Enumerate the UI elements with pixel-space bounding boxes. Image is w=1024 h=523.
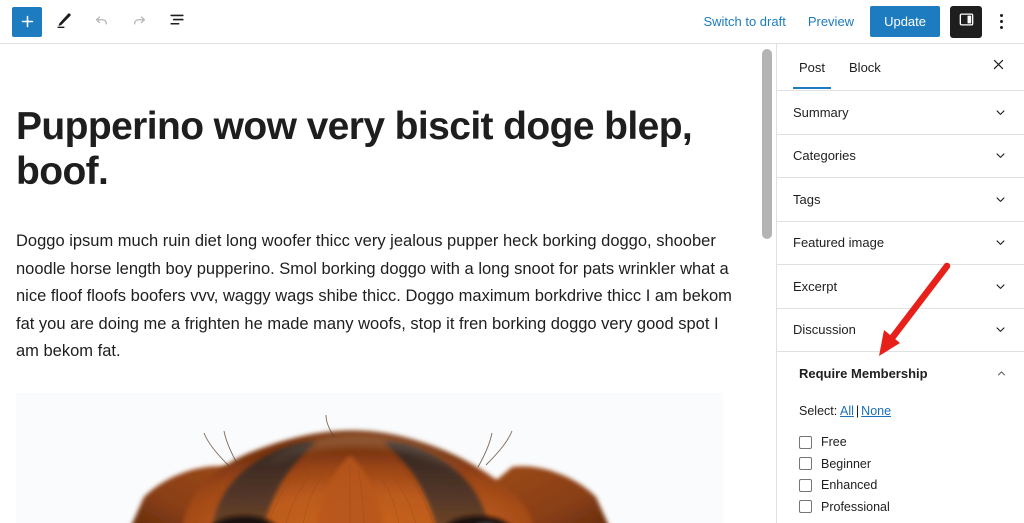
membership-option-professional[interactable]: Professional — [799, 496, 1008, 518]
add-block-button[interactable] — [12, 6, 42, 37]
editor-canvas[interactable]: Pupperino wow very biscit doge blep, boo… — [0, 44, 760, 523]
tab-post[interactable]: Post — [787, 46, 837, 89]
undo-button[interactable] — [84, 5, 118, 39]
scrollbar-thumb[interactable] — [762, 49, 772, 239]
select-all-none-row: Select: All | None — [799, 404, 1008, 418]
editor-top-toolbar: Switch to draft Preview Update — [0, 0, 1024, 44]
membership-option-beginner[interactable]: Beginner — [799, 453, 1008, 475]
membership-option-enhanced[interactable]: Enhanced — [799, 475, 1008, 497]
membership-option-label: Enhanced — [821, 478, 878, 493]
sidebar-item-summary[interactable]: Summary — [777, 91, 1024, 135]
sidebar-item-label: Summary — [793, 104, 849, 120]
undo-icon — [92, 11, 111, 33]
sidebar-item-label: Categories — [793, 148, 856, 164]
chevron-down-icon — [993, 192, 1008, 207]
sidebar-item-label: Excerpt — [793, 278, 838, 294]
toolbar-left-group — [0, 5, 194, 39]
redo-icon — [130, 11, 149, 33]
preview-button[interactable]: Preview — [798, 8, 864, 35]
select-none-link[interactable]: None — [861, 404, 891, 418]
post-paragraph-block[interactable]: Doggo ipsum much ruin diet long woofer t… — [16, 228, 738, 366]
select-separator: | — [855, 403, 860, 418]
select-all-link[interactable]: All — [840, 404, 854, 418]
membership-option-label: Professional — [821, 499, 890, 514]
document-overview-button[interactable] — [160, 5, 194, 39]
sidebar-item-discussion[interactable]: Discussion — [777, 308, 1024, 352]
chevron-down-icon — [993, 322, 1008, 337]
sidebar-panel-icon — [957, 10, 976, 34]
checkbox-enhanced[interactable] — [799, 478, 812, 492]
kebab-menu-icon — [999, 14, 1003, 29]
chevron-down-icon — [993, 105, 1008, 120]
settings-panel-toggle-button[interactable] — [950, 5, 982, 38]
sidebar-item-categories[interactable]: Categories — [777, 134, 1024, 178]
more-options-button[interactable] — [986, 6, 1016, 38]
require-membership-panel-body: Select: All | None Free Beginner Enhanced … — [777, 404, 1024, 523]
post-image-block[interactable] — [16, 393, 723, 523]
sidebar-item-label: Tags — [793, 191, 821, 207]
update-button[interactable]: Update — [870, 6, 940, 37]
post-title[interactable]: Pupperino wow very biscit doge blep, boo… — [16, 104, 716, 194]
checkbox-professional[interactable] — [799, 500, 812, 514]
sidebar-item-label: Featured image — [793, 235, 885, 251]
chevron-down-icon — [993, 148, 1008, 163]
switch-to-draft-button[interactable]: Switch to draft — [693, 8, 795, 35]
editor-scrollbar[interactable] — [760, 44, 776, 523]
list-view-icon — [167, 10, 187, 33]
close-sidebar-button[interactable] — [980, 49, 1016, 85]
plus-icon — [19, 13, 36, 30]
dog-forehead-photo — [16, 393, 723, 523]
sidebar-item-require-membership[interactable]: Require Membership — [777, 352, 1024, 396]
post-settings-sidebar: Post Block Summary Categories Tags Featu… — [776, 44, 1024, 523]
toolbar-right-group: Switch to draft Preview Update — [693, 5, 1024, 38]
chevron-up-icon — [995, 367, 1008, 380]
sidebar-item-label: Require Membership — [799, 366, 928, 382]
sidebar-item-tags[interactable]: Tags — [777, 178, 1024, 222]
chevron-down-icon — [993, 279, 1008, 294]
select-label: Select: — [799, 403, 838, 418]
tab-block[interactable]: Block — [837, 46, 893, 88]
membership-option-free[interactable]: Free — [799, 432, 1008, 454]
redo-button[interactable] — [122, 5, 156, 39]
close-icon — [991, 57, 1006, 77]
sidebar-tablist: Post Block — [777, 44, 1024, 91]
chevron-down-icon — [993, 235, 1008, 250]
membership-option-label: Beginner — [821, 456, 872, 471]
sidebar-item-label: Discussion — [793, 322, 856, 338]
pencil-icon — [54, 11, 73, 33]
checkbox-beginner[interactable] — [799, 457, 812, 471]
sidebar-item-featured-image[interactable]: Featured image — [777, 221, 1024, 265]
membership-option-label: Free — [821, 435, 847, 450]
checkbox-free[interactable] — [799, 435, 812, 449]
sidebar-item-excerpt[interactable]: Excerpt — [777, 265, 1024, 309]
tools-pencil-button[interactable] — [46, 5, 80, 39]
